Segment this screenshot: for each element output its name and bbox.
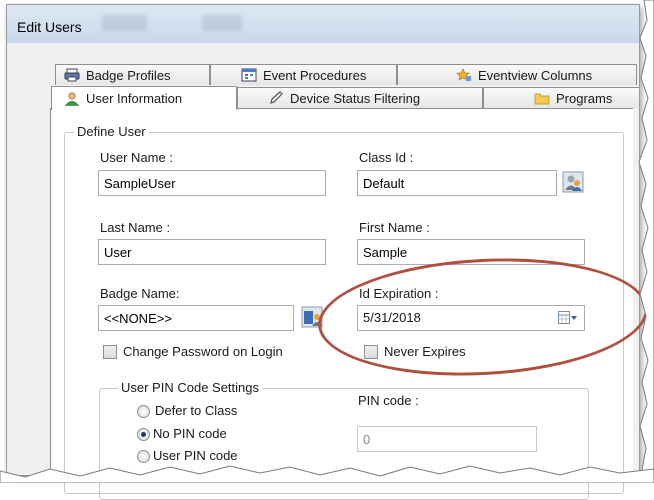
tab-label: Event Procedures (263, 67, 367, 83)
tab-label: User Information (86, 91, 183, 106)
no-pin-code-radio[interactable] (137, 428, 150, 441)
pin-settings-legend: User PIN Code Settings (118, 380, 263, 395)
user-name-label: User Name : (100, 150, 173, 165)
tab-user-information[interactable]: User Information (51, 86, 237, 110)
first-name-label: First Name : (359, 220, 430, 235)
id-expiration-datepicker[interactable]: 5/31/2018 (357, 305, 585, 331)
user-icon (64, 91, 80, 106)
never-expires-label: Never Expires (384, 344, 466, 359)
last-name-input[interactable] (98, 239, 326, 265)
pencil-icon (268, 91, 284, 105)
tab-eventview-columns[interactable]: Eventview Columns (397, 64, 637, 85)
badge-name-label: Badge Name: (100, 286, 180, 301)
id-expiration-value: 5/31/2018 (363, 310, 421, 325)
defer-to-class-label: Defer to Class (155, 403, 238, 418)
event-calendar-icon (241, 68, 257, 82)
last-name-label: Last Name : (100, 220, 171, 235)
columns-star-icon (456, 68, 472, 82)
badge-name-picker-button[interactable] (299, 305, 325, 331)
torn-edge-bottom (0, 465, 654, 483)
class-id-picker-button[interactable] (560, 170, 586, 196)
never-expires-checkbox[interactable] (364, 345, 378, 359)
id-expiration-label: Id Expiration : (359, 286, 439, 301)
define-user-legend: Define User (74, 124, 149, 139)
pin-code-input[interactable] (357, 426, 537, 452)
user-name-input[interactable] (98, 170, 326, 196)
badge-name-input[interactable] (98, 305, 294, 331)
tab-label: Eventview Columns (478, 67, 593, 83)
user-lookup-icon (562, 171, 584, 196)
calendar-dropdown-icon[interactable] (558, 311, 578, 328)
class-id-label: Class Id : (359, 150, 414, 165)
defer-to-class-radio[interactable] (137, 405, 150, 418)
folder-icon (534, 91, 550, 105)
tab-label: Device Status Filtering (290, 90, 421, 106)
badge-lookup-icon (301, 306, 323, 331)
tab-label: Programs (556, 90, 613, 106)
class-id-input[interactable] (357, 170, 557, 196)
tab-badge-profiles[interactable]: Badge Profiles (55, 64, 210, 85)
pin-code-label: PIN code : (358, 393, 419, 408)
blurred-background (102, 15, 147, 31)
torn-edge-right (638, 0, 654, 483)
blurred-background (202, 15, 242, 31)
window-title: Edit Users (17, 19, 82, 35)
first-name-input[interactable] (357, 239, 585, 265)
tab-row-back: Badge Profiles Event Procedures Eventvie… (55, 64, 639, 86)
no-pin-code-label: No PIN code (153, 426, 227, 441)
tab-event-procedures[interactable]: Event Procedures (210, 64, 397, 85)
badge-printer-icon (64, 68, 80, 82)
change-password-label: Change Password on Login (123, 344, 283, 359)
tab-programs[interactable]: Programs (483, 87, 639, 108)
title-bar: Edit Users (7, 5, 639, 43)
change-password-checkbox[interactable] (103, 345, 117, 359)
tab-device-status-filtering[interactable]: Device Status Filtering (237, 87, 483, 108)
tab-label: Badge Profiles (86, 67, 171, 83)
tab-row-front: User Information Device Status Filtering… (51, 86, 639, 110)
